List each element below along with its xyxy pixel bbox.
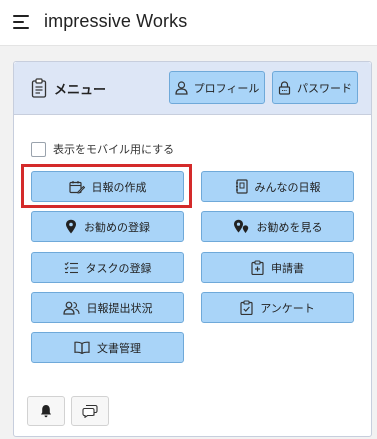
password-button[interactable]: パスワード xyxy=(272,71,358,104)
hamburger-menu-icon[interactable] xyxy=(13,15,29,29)
everyones-reports-label: みんなの日報 xyxy=(254,180,321,194)
mobile-view-label: 表示をモバイル用にする xyxy=(53,143,175,156)
application-form-button[interactable]: 申請書 xyxy=(201,252,354,283)
checklist-icon xyxy=(64,261,78,274)
document-management-button[interactable]: 文書管理 xyxy=(31,332,184,363)
top-bar: impressive Works xyxy=(0,0,377,46)
register-recommendation-button[interactable]: お勧めの登録 xyxy=(31,211,184,242)
application-form-label: 申請書 xyxy=(271,261,304,275)
calendar-edit-icon xyxy=(68,180,85,193)
password-label: パスワード xyxy=(297,81,352,95)
clipboard-list-icon xyxy=(31,78,47,98)
menu-card: メニュー プロフィール パスワード 表示をモバイル用にする 日報の作成 みんなの… xyxy=(13,61,372,437)
document-management-label: 文書管理 xyxy=(97,341,141,355)
report-submission-status-label: 日報提出状況 xyxy=(86,301,153,315)
bell-icon xyxy=(41,405,51,418)
clipboard-check-icon xyxy=(240,300,253,315)
register-recommendation-label: お勧めの登録 xyxy=(84,220,150,234)
menu-title: メニュー xyxy=(54,83,107,98)
notifications-button[interactable] xyxy=(27,396,65,426)
everyones-reports-button[interactable]: みんなの日報 xyxy=(201,171,354,202)
profile-label: プロフィール xyxy=(193,81,260,95)
survey-label: アンケート xyxy=(260,301,315,315)
register-task-button[interactable]: タスクの登録 xyxy=(31,252,184,283)
person-icon xyxy=(175,80,188,95)
register-task-label: タスクの登録 xyxy=(85,261,152,275)
menu-card-header: メニュー プロフィール パスワード xyxy=(14,62,371,115)
view-recommendations-button[interactable]: お勧めを見る xyxy=(201,211,354,242)
report-submission-status-button[interactable]: 日報提出状況 xyxy=(31,292,184,323)
create-daily-report-button[interactable]: 日報の作成 xyxy=(31,171,184,202)
lock-icon xyxy=(278,80,291,95)
journal-icon xyxy=(235,179,248,194)
clipboard-plus-icon xyxy=(251,260,264,275)
create-daily-report-label: 日報の作成 xyxy=(91,180,147,194)
people-icon xyxy=(62,301,80,315)
survey-button[interactable]: アンケート xyxy=(201,292,354,323)
app-title: impressive Works xyxy=(44,11,188,31)
view-recommendations-label: お勧めを見る xyxy=(256,220,323,234)
mobile-view-checkbox[interactable] xyxy=(31,141,46,157)
map-pins-icon xyxy=(233,219,248,233)
chat-icon xyxy=(82,404,98,418)
mobile-view-toggle[interactable]: 表示をモバイル用にする xyxy=(31,140,174,158)
profile-button[interactable]: プロフィール xyxy=(169,71,265,104)
map-pin-icon xyxy=(66,219,76,234)
chat-button[interactable] xyxy=(71,396,109,426)
book-icon xyxy=(74,341,90,354)
